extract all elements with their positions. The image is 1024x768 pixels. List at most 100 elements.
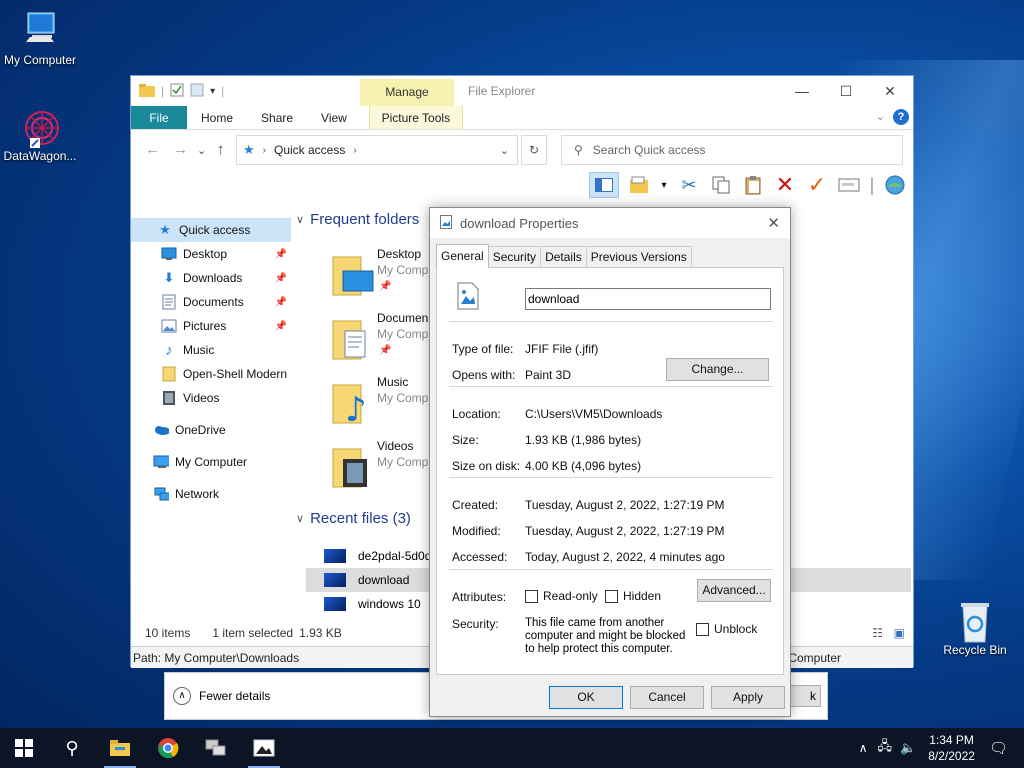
security-label: Security:: [452, 617, 499, 631]
tab-general[interactable]: General: [436, 244, 489, 268]
sidebar-item-label: Desktop: [183, 247, 228, 261]
chevron-down-icon[interactable]: ⌄: [500, 144, 509, 157]
sidebar-item-onedrive[interactable]: OneDrive: [131, 418, 291, 442]
cut-icon[interactable]: ✂: [677, 173, 701, 197]
new-folder-icon[interactable]: [190, 83, 204, 100]
tab-home[interactable]: Home: [187, 106, 247, 129]
tab-security[interactable]: Security: [487, 246, 542, 268]
address-bar[interactable]: ★ › Quick access › ⌄: [236, 135, 518, 165]
pin-icon[interactable]: 📌: [275, 297, 287, 308]
size-on-disk-label: Size on disk:: [452, 459, 521, 473]
tab-details[interactable]: Details: [540, 246, 587, 268]
recent-files-header[interactable]: ∨ Recent files (3): [296, 510, 411, 527]
notifications-icon[interactable]: 🗨: [989, 739, 1008, 757]
pin-icon[interactable]: 📌: [275, 321, 287, 332]
divider: [449, 477, 773, 478]
properties-icon[interactable]: [170, 83, 184, 100]
advanced-button[interactable]: Advanced...: [697, 579, 771, 602]
start-button[interactable]: [0, 728, 48, 768]
back-arrow-icon[interactable]: ←: [145, 141, 160, 158]
ribbon-expand-icon[interactable]: ⌄: [876, 110, 885, 123]
refresh-icon[interactable]: ↻: [521, 135, 547, 165]
pin-icon: 📌: [379, 281, 392, 292]
forward-arrow-icon[interactable]: →: [173, 141, 188, 158]
volume-icon[interactable]: 🔈: [900, 740, 916, 756]
sidebar-item-desktop[interactable]: Desktop 📌: [131, 242, 291, 266]
sidebar-item-music[interactable]: ♪ Music: [131, 338, 291, 362]
tab-previous-versions[interactable]: Previous Versions: [585, 246, 692, 268]
search-icon[interactable]: ⚲: [48, 728, 96, 768]
sidebar-item-my-computer[interactable]: My Computer: [131, 450, 291, 474]
network-app-icon[interactable]: [192, 728, 240, 768]
maximize-icon[interactable]: ☐: [823, 76, 869, 106]
desktop-icon-recycle-bin[interactable]: Recycle Bin: [935, 600, 1015, 657]
chevron-right-icon[interactable]: ›: [353, 145, 356, 156]
tab-picture-tools[interactable]: Picture Tools: [368, 106, 463, 129]
close-icon[interactable]: ✕: [767, 214, 780, 232]
check-icon[interactable]: ✓: [805, 172, 829, 197]
manage-context-tab[interactable]: Manage: [360, 79, 454, 106]
chevron-up-icon[interactable]: ∧: [859, 741, 868, 755]
separator-icon: |: [869, 174, 875, 195]
sidebar-item-open-shell[interactable]: Open-Shell Modern: [131, 362, 291, 386]
chrome-icon[interactable]: [144, 728, 192, 768]
sidebar-item-network[interactable]: Network: [131, 482, 291, 506]
preview-pane-icon[interactable]: [589, 172, 619, 198]
search-input[interactable]: ⚲ Search Quick access: [561, 135, 903, 165]
file-name-input[interactable]: download: [525, 288, 771, 310]
folder-options-icon[interactable]: [627, 173, 651, 197]
up-arrow-icon[interactable]: ↑: [217, 141, 225, 158]
paste-icon[interactable]: [741, 173, 765, 197]
recent-locations-icon[interactable]: ⌄: [197, 144, 206, 157]
desktop-icon-label: DataWagon...: [3, 149, 77, 163]
tab-view[interactable]: View: [307, 106, 361, 129]
details-view-icon[interactable]: ☷: [872, 626, 883, 640]
taskbar: ⚲ ∧ 🖧 🔈 1:34 PM 8/2/2022 🗨: [0, 728, 1024, 768]
help-icon[interactable]: ?: [893, 109, 909, 125]
rename-icon[interactable]: [837, 173, 861, 197]
photos-icon[interactable]: [240, 728, 288, 768]
large-icons-view-icon[interactable]: ▣: [894, 626, 905, 640]
tab-share[interactable]: Share: [247, 106, 307, 129]
desktop-icon-my-computer[interactable]: My Computer: [0, 10, 80, 67]
ok-button[interactable]: OK: [549, 686, 623, 709]
size-label: Size:: [452, 433, 479, 447]
sidebar-item-pictures[interactable]: Pictures 📌: [131, 314, 291, 338]
unblock-checkbox[interactable]: Unblock: [696, 622, 757, 636]
pin-icon[interactable]: 📌: [275, 249, 287, 260]
desktop-icon-datawagon[interactable]: DataWagon...: [0, 106, 80, 163]
sidebar-item-documents[interactable]: Documents 📌: [131, 290, 291, 314]
sidebar-item-label: Pictures: [183, 319, 227, 333]
dropdown-arrow-icon[interactable]: ▾: [659, 173, 669, 197]
tab-file[interactable]: File: [131, 106, 187, 129]
delete-icon[interactable]: ✕: [773, 172, 797, 197]
address-text: Quick access: [274, 143, 346, 157]
customize-dropdown-icon[interactable]: ▾: [210, 86, 215, 97]
copy-icon[interactable]: [709, 173, 733, 197]
cancel-button[interactable]: Cancel: [630, 686, 704, 709]
sidebar-item-downloads[interactable]: ⬇ Downloads 📌: [131, 266, 291, 290]
file-explorer-taskbar-icon[interactable]: [96, 728, 144, 768]
fewer-details-toggle[interactable]: ∧ Fewer details: [173, 687, 270, 705]
pictures-icon: [161, 318, 177, 334]
hidden-checkbox[interactable]: Hidden: [605, 589, 661, 603]
clock[interactable]: 1:34 PM 8/2/2022: [928, 732, 975, 764]
divider: [449, 321, 773, 322]
sidebar-item-label: My Computer: [175, 455, 248, 469]
close-icon[interactable]: ✕: [867, 76, 913, 106]
network-status-icon[interactable]: 🖧: [878, 737, 893, 759]
change-button[interactable]: Change...: [666, 358, 769, 381]
pin-icon[interactable]: 📌: [275, 273, 287, 284]
sidebar-item-videos[interactable]: Videos: [131, 386, 291, 410]
minimize-icon[interactable]: —: [779, 76, 825, 106]
pin-icon: 📌: [379, 345, 392, 356]
sidebar-item-quick-access[interactable]: ★ Quick access: [131, 218, 291, 242]
path-text: Path: My Computer\Downloads: [133, 650, 300, 665]
file-name: windows 10: [358, 597, 421, 611]
apply-button[interactable]: Apply: [711, 686, 785, 709]
frequent-folders-header[interactable]: ∨ Frequent folders: [296, 211, 419, 228]
music-folder-icon: ♪: [331, 381, 367, 430]
shell-globe-icon[interactable]: [883, 173, 907, 197]
chevron-right-icon[interactable]: ›: [263, 145, 266, 156]
read-only-checkbox[interactable]: Read-only: [525, 589, 598, 603]
